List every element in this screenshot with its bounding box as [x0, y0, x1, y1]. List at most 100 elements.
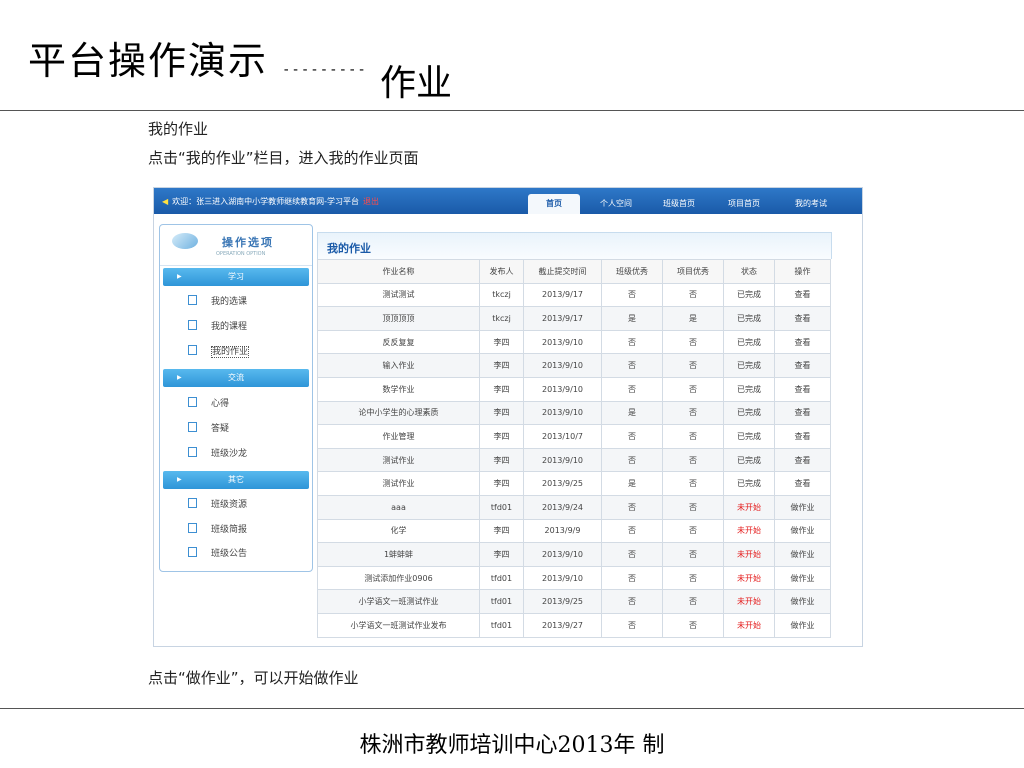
cell-publisher: 李四 — [479, 424, 524, 449]
cell-deadline: 2013/9/17 — [523, 306, 602, 331]
cell-name: 论中小学生的心理素质 — [317, 400, 480, 426]
cell-status: 未开始 — [723, 518, 775, 544]
document-icon — [188, 547, 197, 557]
action-link[interactable]: 查看 — [774, 353, 831, 378]
cell-status: 已完成 — [723, 282, 775, 308]
cell-project-excellent: 否 — [662, 376, 724, 402]
sidebar-item-class-salon[interactable]: 班级沙龙 — [188, 447, 247, 461]
cell-project-excellent: 否 — [662, 447, 724, 473]
cell-status: 未开始 — [723, 565, 775, 591]
action-link[interactable]: 查看 — [774, 282, 831, 308]
cell-deadline: 2013/9/10 — [523, 542, 602, 567]
cell-project-excellent: 是 — [662, 306, 724, 331]
action-link[interactable]: 查看 — [774, 471, 831, 496]
document-icon — [188, 498, 197, 508]
homework-panel-header: 我的作业 — [317, 232, 832, 259]
sidebar-item-class-announcements[interactable]: 班级公告 — [188, 547, 247, 561]
cell-deadline: 2013/9/10 — [523, 565, 602, 591]
document-icon — [188, 523, 197, 533]
title-dashes: --------- — [282, 62, 367, 78]
cell-publisher: tkczj — [479, 306, 524, 331]
cell-deadline: 2013/9/10 — [523, 376, 602, 402]
action-link[interactable]: 做作业 — [774, 612, 831, 638]
nav-tab-project-home[interactable]: 项目首页 — [719, 194, 769, 214]
action-link[interactable]: 查看 — [774, 329, 831, 355]
sidebar-item-my-course-selection[interactable]: 我的选课 — [188, 295, 247, 309]
cell-status: 未开始 — [723, 589, 775, 614]
cell-publisher: tfd01 — [479, 565, 524, 591]
cell-class-excellent: 否 — [601, 424, 663, 449]
cell-name: 顶顶顶顶 — [317, 306, 480, 331]
table-row: 测试测试 tkczj 2013/9/17 否否已完成 查看 — [317, 282, 831, 308]
table-header-row: 作业名称 发布人 截止提交时间 班级优秀 项目优秀 状态 操作 — [317, 259, 831, 284]
homework-table-body: 测试测试 tkczj 2013/9/17 否否已完成 查看 顶顶顶顶 tkczj 2013/9… — [317, 282, 831, 638]
table-row: 小学语文一班测试作业 tfd01 2013/9/25 否否未开始 做作业 — [317, 589, 831, 614]
sidebar-section-communication[interactable]: ▶ 交流 — [163, 369, 309, 387]
cell-deadline: 2013/9/10 — [523, 447, 602, 473]
col-header-publisher: 发布人 — [479, 259, 524, 284]
logout-link[interactable]: 退出 — [363, 197, 379, 206]
action-link[interactable]: 做作业 — [774, 542, 831, 567]
action-link[interactable]: 查看 — [774, 306, 831, 331]
cell-project-excellent: 否 — [662, 471, 724, 496]
table-row: 输入作业 李四 2013/9/10 否否已完成 查看 — [317, 353, 831, 378]
sidebar-item-reflections[interactable]: 心得 — [188, 397, 229, 411]
action-link[interactable]: 做作业 — [774, 589, 831, 614]
sidebar-item-qa[interactable]: 答疑 — [188, 422, 229, 436]
cell-publisher: 李四 — [479, 400, 524, 426]
cell-status: 已完成 — [723, 400, 775, 426]
table-row: 测试作业 李四 2013/9/25 是否已完成 查看 — [317, 471, 831, 496]
nav-tab-home[interactable]: 首页 — [528, 194, 580, 214]
action-link[interactable]: 做作业 — [774, 565, 831, 591]
cell-class-excellent: 否 — [601, 353, 663, 378]
action-link[interactable]: 查看 — [774, 376, 831, 402]
cell-name: 测试测试 — [317, 282, 480, 308]
cell-deadline: 2013/10/7 — [523, 424, 602, 449]
cell-name: 1蚌蚌蚌 — [317, 542, 480, 567]
action-link[interactable]: 做作业 — [774, 494, 831, 520]
table-row: 1蚌蚌蚌 李四 2013/9/10 否否未开始 做作业 — [317, 542, 831, 567]
cell-class-excellent: 否 — [601, 329, 663, 355]
sidebar-section-study[interactable]: ▶ 学习 — [163, 268, 309, 286]
document-icon — [188, 447, 197, 457]
cell-publisher: 李四 — [479, 471, 524, 496]
cell-status: 已完成 — [723, 424, 775, 449]
cell-status: 已完成 — [723, 447, 775, 473]
nav-tab-class-home[interactable]: 班级首页 — [654, 194, 704, 214]
cell-deadline: 2013/9/10 — [523, 400, 602, 426]
sidebar-subtitle: OPERATION OPTION — [216, 251, 266, 257]
intro-instruction: 点击“我的作业”栏目，进入我的作业页面 — [148, 149, 419, 167]
sidebar-item-class-bulletin[interactable]: 班级简报 — [188, 523, 247, 537]
cell-name: 作业管理 — [317, 424, 480, 449]
do-homework-instruction: 点击“做作业”，可以开始做作业 — [148, 669, 359, 687]
action-link[interactable]: 查看 — [774, 447, 831, 473]
sidebar-item-my-courses[interactable]: 我的课程 — [188, 320, 247, 334]
action-link[interactable]: 查看 — [774, 400, 831, 426]
cell-publisher: 李四 — [479, 329, 524, 355]
col-header-project-excellent: 项目优秀 — [662, 259, 724, 284]
intro-heading: 我的作业 — [148, 120, 209, 138]
cell-project-excellent: 否 — [662, 612, 724, 638]
cell-name: aaa — [317, 494, 480, 520]
sidebar-item-class-resources[interactable]: 班级资源 — [188, 498, 247, 512]
table-row: 数学作业 李四 2013/9/10 否否已完成 查看 — [317, 376, 831, 402]
table-row: 测试作业 李四 2013/9/10 否否已完成 查看 — [317, 447, 831, 473]
sidebar-item-my-homework[interactable]: 我的作业 — [188, 345, 250, 359]
slide-footer: 株洲市教师培训中心2013年 制 — [359, 733, 665, 758]
cell-project-excellent: 否 — [662, 329, 724, 355]
document-icon — [188, 397, 197, 407]
table-row: 反反复复 李四 2013/9/10 否否已完成 查看 — [317, 329, 831, 355]
cell-project-excellent: 否 — [662, 565, 724, 591]
cell-publisher: 李四 — [479, 447, 524, 473]
sidebar-section-other[interactable]: ▶ 其它 — [163, 471, 309, 489]
cell-project-excellent: 否 — [662, 518, 724, 544]
table-row: 作业管理 李四 2013/10/7 否否已完成 查看 — [317, 424, 831, 449]
nav-tab-personal-space[interactable]: 个人空间 — [591, 194, 641, 214]
action-link[interactable]: 做作业 — [774, 518, 831, 544]
speaker-icon: ◀ — [162, 197, 169, 206]
table-row: 化学 李四 2013/9/9 否否未开始 做作业 — [317, 518, 831, 544]
nav-tab-my-exams[interactable]: 我的考试 — [784, 194, 838, 214]
platform-topbar: ◀ 欢迎：张三进入湖南中小学教师继续教育网-学习平台 退出 首页 个人空间 班级首页… — [154, 188, 862, 214]
action-link[interactable]: 查看 — [774, 424, 831, 449]
cell-class-excellent: 否 — [601, 612, 663, 638]
